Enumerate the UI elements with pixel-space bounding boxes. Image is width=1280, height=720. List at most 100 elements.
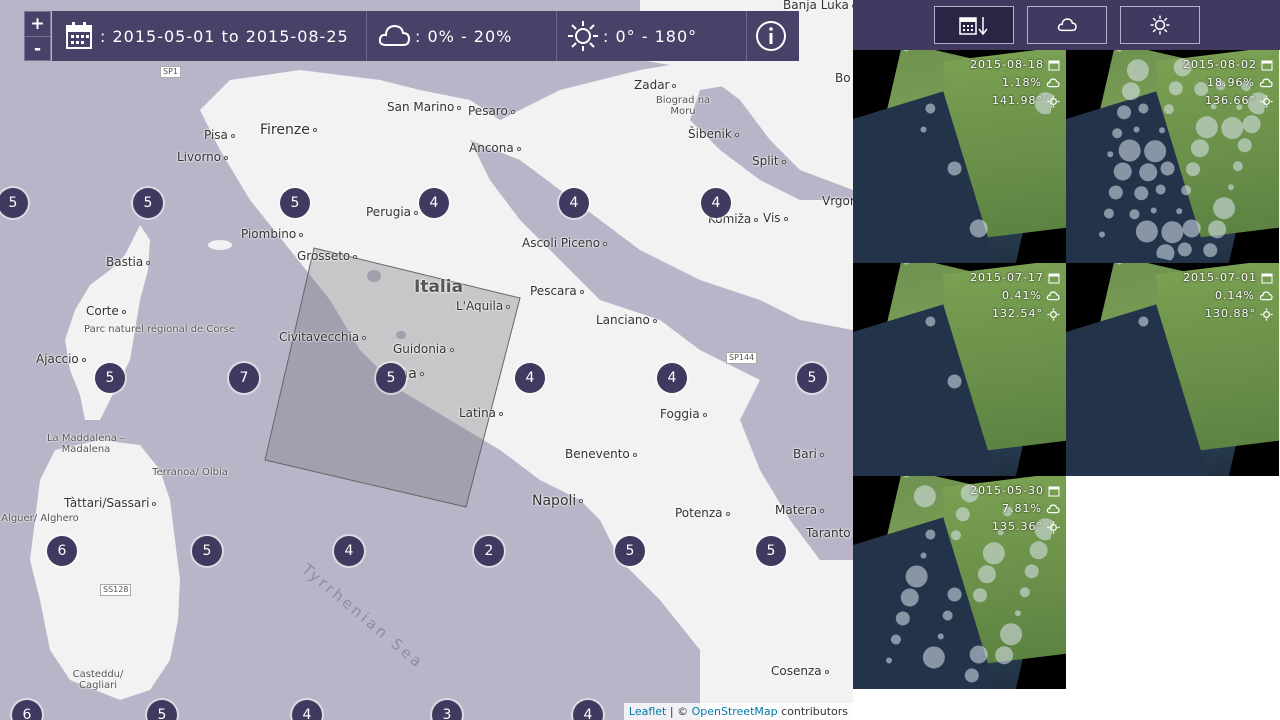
city-dot (81, 357, 86, 362)
sun-filter[interactable]: : 0° - 180° (557, 11, 747, 61)
scene-cluster-marker[interactable]: 4 (657, 363, 687, 393)
scene-cluster-marker[interactable]: 2 (474, 536, 504, 566)
city-name: Latina (459, 406, 497, 420)
city-dot (672, 83, 677, 88)
city-dot (579, 499, 584, 503)
zoom-in-button[interactable]: + (25, 12, 50, 36)
scene-cluster-marker[interactable]: 4 (701, 188, 731, 218)
city-label: Split (752, 154, 786, 168)
app-root: Banja Luka Bo San Marino Pesaro Zadar Biograd… (0, 0, 1280, 720)
cloud-filter-label: : 0% - 20% (415, 26, 513, 46)
city-name: Split (752, 154, 779, 168)
city-label: Casteddu/ Cagliari (58, 669, 138, 691)
cloud-icon (1046, 291, 1060, 301)
scene-cluster-marker[interactable]: 5 (95, 363, 125, 393)
map-attribution: Leaflet | © OpenStreetMap contributors (623, 703, 853, 720)
scene-cluster-marker[interactable]: 5 (280, 188, 310, 218)
city-label: Vis (763, 211, 788, 225)
city-dot (819, 452, 824, 457)
city-name: Vrgor (822, 194, 853, 208)
city-name: Bari (793, 447, 817, 461)
scene-cluster-marker[interactable]: 7 (229, 363, 259, 393)
sun-sort-icon (1150, 15, 1170, 35)
sun-icon (568, 21, 598, 51)
scene-cluster-marker[interactable]: 6 (47, 536, 77, 566)
city-label: Pesaro (468, 104, 515, 118)
city-dot (419, 372, 424, 376)
sort-by-date-button[interactable] (934, 6, 1014, 44)
zoom-out-button[interactable]: - (25, 36, 50, 60)
cloud-icon (378, 24, 411, 46)
date-filter[interactable]: : 2015-05-01 to 2015-08-25 (52, 11, 367, 61)
city-dot (510, 109, 515, 114)
city-name: Terranoa/ Olbia (152, 467, 228, 478)
city-name: Benevento (565, 447, 630, 461)
scene-cloud-cover: 7.81% (1002, 502, 1042, 515)
scene-info: 2015-08-18 1.18% 141.98° (970, 56, 1060, 110)
scene-cluster-marker[interactable]: 4 (515, 363, 545, 393)
scene-cluster-marker[interactable]: 5 (797, 363, 827, 393)
city-dot (449, 347, 454, 352)
scene-cloud-cover: 18.96% (1207, 76, 1255, 89)
park-label: Parc naturel régional de Corse (84, 324, 235, 335)
thumbnail-grid: 2015-08-18 1.18% 141.98° 2015-08-02 18.96% 13… (853, 50, 1280, 690)
sort-by-cloud-button[interactable] (1027, 6, 1107, 44)
scene-thumbnail[interactable]: 2015-07-17 0.41% 132.54° (853, 263, 1066, 476)
scene-thumbnail[interactable]: 2015-08-18 1.18% 141.98° (853, 50, 1066, 263)
scene-cluster-marker[interactable]: 5 (615, 536, 645, 566)
city-label: Ancona (469, 141, 521, 155)
calendar-sort-icon (959, 17, 988, 36)
city-label: Firenze (260, 122, 317, 138)
city-dot (146, 260, 151, 265)
city-name: Tàttari/Sassari (64, 496, 150, 510)
road-shield: SP144 (726, 352, 758, 364)
city-label: Matera (775, 503, 825, 517)
scene-cluster-marker[interactable]: 4 (334, 536, 364, 566)
scene-info: 2015-05-30 7.81% 135.36° (970, 482, 1060, 536)
city-label: Taranto (806, 526, 853, 540)
cloud-filter[interactable]: : 0% - 20% (367, 11, 557, 61)
scene-cluster-marker[interactable]: 5 (756, 536, 786, 566)
scene-cluster-marker[interactable]: 5 (376, 363, 406, 393)
calendar-icon (1048, 60, 1060, 71)
city-label: Lanciano (596, 313, 657, 327)
city-label: Bo (835, 71, 853, 85)
map-view[interactable]: Banja Luka Bo San Marino Pesaro Zadar Biograd… (0, 0, 853, 720)
scene-thumbnail[interactable]: 2015-08-02 18.96% 136.66° (1066, 50, 1279, 263)
scene-thumbnail[interactable]: 2015-05-30 7.81% 135.36° (853, 476, 1066, 689)
city-dot (121, 309, 126, 314)
city-label: Cosenza (771, 664, 829, 678)
city-label: Napoli (532, 493, 584, 509)
osm-link[interactable]: OpenStreetMap (692, 705, 778, 718)
city-dot (299, 232, 304, 237)
scene-cluster-marker[interactable]: 4 (559, 188, 589, 218)
city-label: Bari (793, 447, 824, 461)
scene-cluster-marker[interactable]: 5 (192, 536, 222, 566)
city-name: Pisa (204, 128, 228, 142)
sun-icon (1047, 94, 1060, 108)
city-name: Grosseto (297, 249, 351, 263)
city-name: Ancona (469, 141, 514, 155)
scene-cluster-marker[interactable]: 4 (419, 188, 449, 218)
scene-cluster-marker[interactable]: 5 (133, 188, 163, 218)
city-label: Latina (459, 406, 504, 420)
scene-thumbnail[interactable]: 2015-07-01 0.14% 130.88° (1066, 263, 1279, 476)
cloud-icon (1259, 78, 1273, 88)
scene-cloud-cover: 0.14% (1215, 289, 1255, 302)
city-label: Piombino (241, 227, 304, 241)
leaflet-link[interactable]: Leaflet (629, 705, 666, 718)
cloud-sort-icon (1057, 18, 1077, 32)
city-dot (652, 318, 657, 323)
attribution-suffix: contributors (777, 705, 848, 718)
city-label: La Maddalena – Madalena (46, 433, 126, 455)
city-dot (506, 304, 511, 309)
scene-sun-angle: 135.36° (992, 520, 1043, 533)
city-label: Vrgor (822, 194, 853, 208)
sun-icon (1260, 307, 1273, 321)
scene-date: 2015-08-18 (970, 58, 1044, 71)
info-button[interactable] (747, 11, 799, 61)
city-label: Bastia (106, 255, 151, 269)
city-dot (224, 155, 229, 160)
city-name: Perugia (366, 205, 412, 219)
sort-by-sun-button[interactable] (1120, 6, 1200, 44)
